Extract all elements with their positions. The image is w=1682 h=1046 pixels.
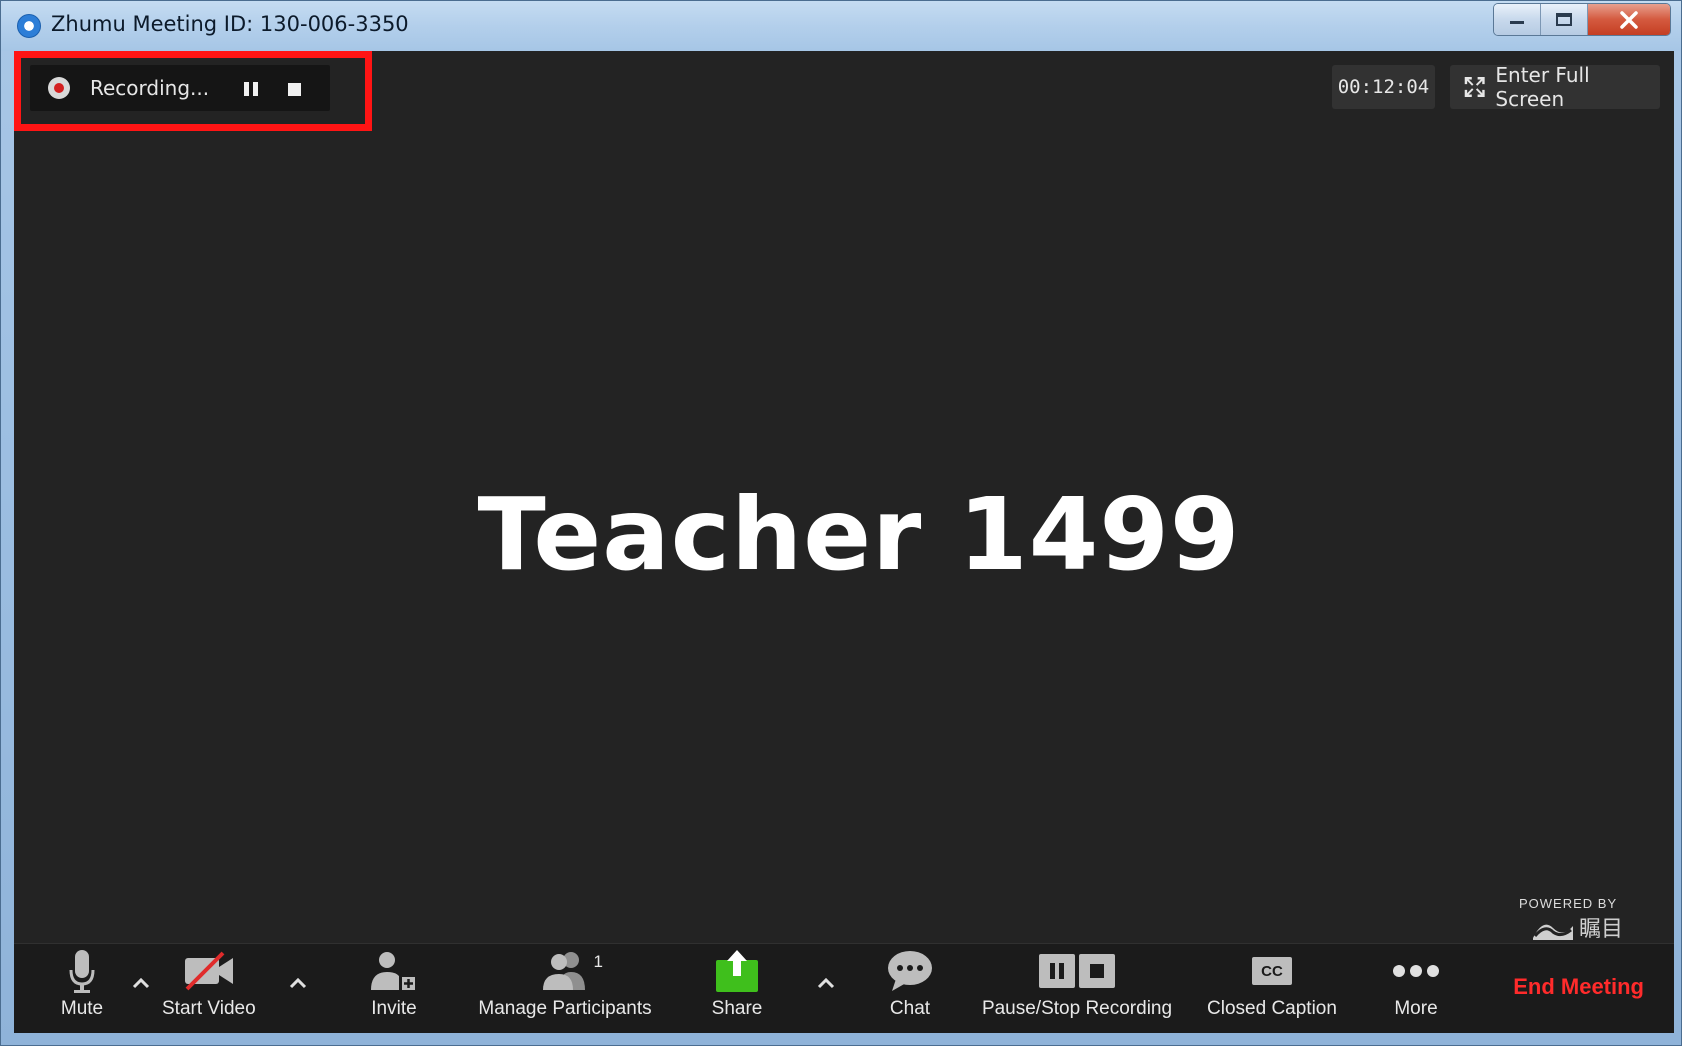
pause-recording-button[interactable] — [240, 78, 262, 100]
window-controls — [1493, 3, 1671, 36]
cc-text: CC — [1261, 962, 1283, 980]
share-label: Share — [711, 998, 763, 1019]
stop-recording-button[interactable] — [283, 78, 305, 100]
zhumu-logo-icon — [1533, 924, 1573, 940]
stop-icon — [287, 82, 301, 96]
meeting-timer: 00:12:04 — [1332, 65, 1435, 109]
manage-participants-label: Manage Participants — [478, 998, 652, 1019]
restore-button[interactable] — [1541, 4, 1588, 35]
participant-count-badge: 1 — [593, 952, 603, 971]
closed-caption-button[interactable]: CC Closed Caption — [1197, 944, 1347, 1034]
more-button[interactable]: More — [1376, 944, 1456, 1034]
powered-by-branding: POWERED BY 瞩目 — [1519, 896, 1649, 944]
chat-label: Chat — [889, 998, 931, 1019]
expand-icon — [1464, 77, 1485, 97]
audio-options-chevron-up-icon[interactable] — [129, 972, 153, 996]
active-speaker-name: Teacher 1499 — [477, 476, 1241, 593]
close-button[interactable] — [1588, 4, 1670, 35]
end-meeting-button[interactable]: End Meeting — [1513, 974, 1644, 1000]
pause-icon-bar — [253, 82, 258, 96]
meeting-toolbar: Mute Start Video Invite 1 Manage Partici… — [14, 943, 1674, 1033]
more-label: More — [1394, 998, 1438, 1019]
add-person-icon — [371, 952, 417, 992]
recording-status-bar: Recording... — [30, 65, 330, 111]
participants-icon — [543, 952, 585, 990]
share-button[interactable]: Share — [697, 944, 777, 1034]
mute-button[interactable]: Mute — [42, 944, 122, 1034]
powered-by-text: POWERED BY — [1519, 896, 1618, 911]
video-options-chevron-up-icon[interactable] — [286, 972, 310, 996]
invite-label: Invite — [371, 998, 417, 1019]
zhumu-logo-text: 瞩目 — [1579, 917, 1624, 942]
pause-stop-recording-icon — [1039, 954, 1115, 988]
close-icon — [1620, 10, 1638, 29]
title-bar[interactable]: Zhumu Meeting ID: 130-006-3350 — [1, 1, 1681, 51]
chat-button[interactable]: Chat — [870, 944, 950, 1034]
start-video-label: Start Video — [162, 998, 256, 1019]
invite-button[interactable]: Invite — [354, 944, 434, 1034]
pause-icon-bar — [244, 82, 249, 96]
microphone-icon — [69, 950, 95, 993]
closed-caption-icon: CC — [1252, 957, 1292, 985]
share-options-chevron-up-icon[interactable] — [814, 972, 838, 996]
enter-full-screen-label: Enter Full Screen — [1495, 63, 1590, 111]
meeting-window: Zhumu Meeting ID: 130-006-3350 Recording… — [0, 0, 1682, 1046]
closed-caption-label: Closed Caption — [1207, 998, 1337, 1019]
video-area: Recording... 00:12:04 Enter Full Screen … — [14, 51, 1674, 943]
zhumu-app-icon — [17, 14, 41, 38]
window-title: Zhumu Meeting ID: 130-006-3350 — [51, 12, 409, 36]
share-screen-icon — [716, 950, 758, 992]
more-dots-icon — [1393, 965, 1439, 977]
record-dot-icon — [48, 77, 70, 99]
start-video-button[interactable]: Start Video — [162, 944, 256, 1034]
restore-icon — [1556, 12, 1572, 26]
mute-label: Mute — [60, 998, 104, 1019]
minimize-button[interactable] — [1494, 4, 1541, 35]
minimize-icon — [1510, 20, 1524, 24]
video-off-icon — [184, 951, 233, 991]
pause-stop-recording-button[interactable]: Pause/Stop Recording — [977, 944, 1177, 1034]
pause-stop-recording-label: Pause/Stop Recording — [981, 998, 1173, 1019]
enter-full-screen-button[interactable]: Enter Full Screen — [1450, 63, 1660, 111]
chat-bubble-icon — [888, 951, 932, 991]
manage-participants-button[interactable]: 1 Manage Participants — [460, 944, 670, 1034]
recording-status-label: Recording... — [90, 76, 210, 100]
